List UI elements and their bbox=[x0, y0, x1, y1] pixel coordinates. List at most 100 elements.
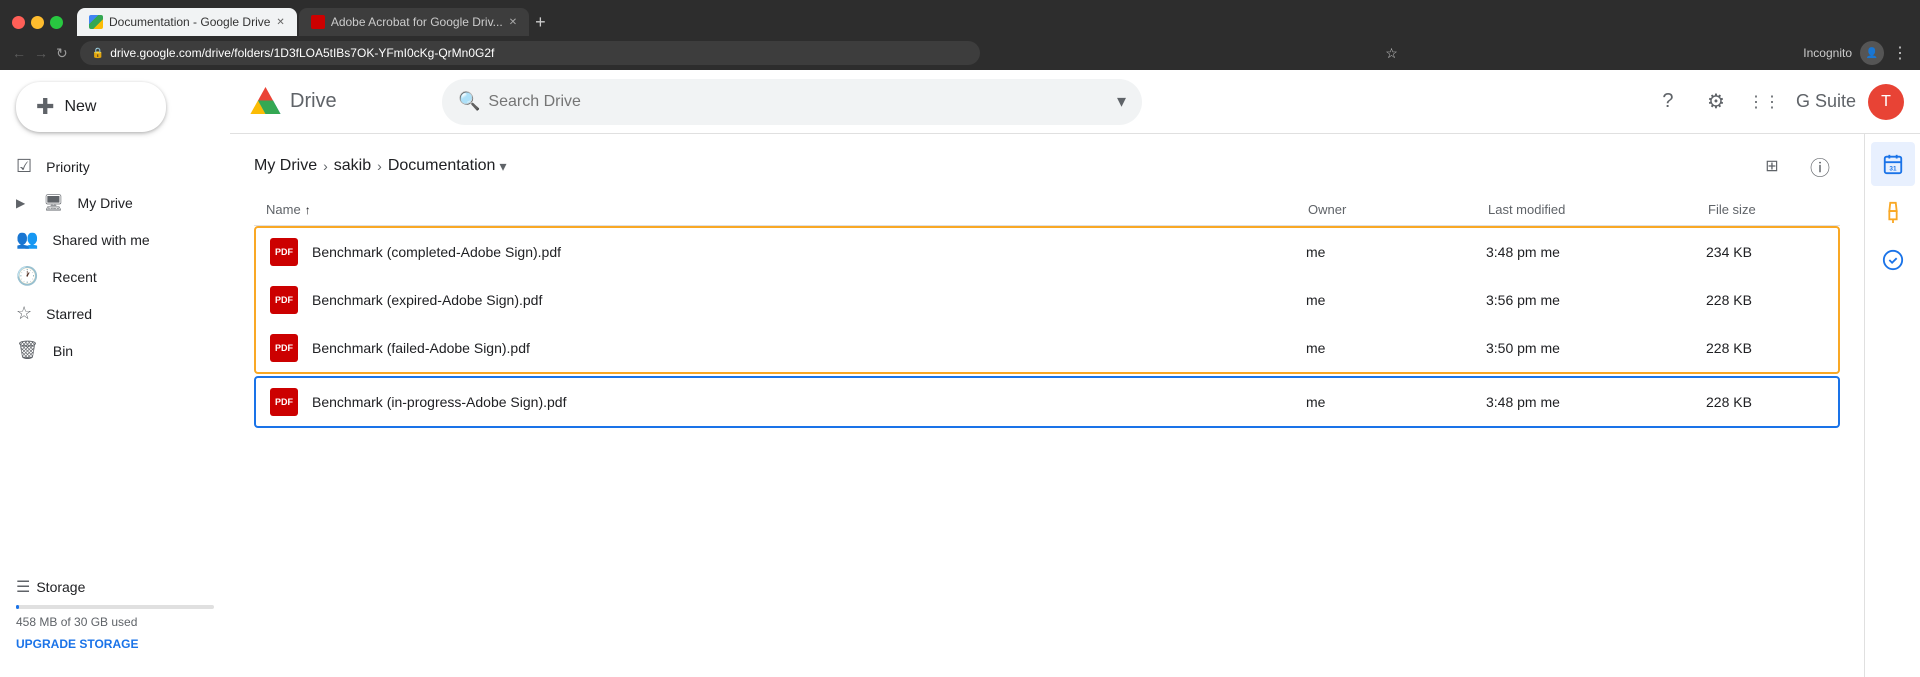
settings-button[interactable]: ⚙ bbox=[1696, 82, 1736, 122]
new-plus-icon: ✚ bbox=[36, 94, 54, 120]
gsuite-label: G Suite bbox=[1796, 91, 1856, 112]
sidebar-item-recent[interactable]: 🕐 Recent bbox=[0, 258, 214, 295]
tab-drive-close[interactable]: ✕ bbox=[276, 17, 284, 28]
view-actions: ⊞ ⓘ bbox=[1752, 146, 1840, 186]
priority-icon: ☑ bbox=[16, 156, 32, 177]
keep-panel-button[interactable] bbox=[1871, 190, 1915, 234]
file-row-4[interactable]: PDF Benchmark (in-progress-Adobe Sign).p… bbox=[254, 376, 1840, 428]
column-modified: Last modified bbox=[1488, 202, 1708, 217]
breadcrumb-documentation-label: Documentation bbox=[388, 157, 496, 175]
help-button[interactable]: ? bbox=[1648, 82, 1688, 122]
sidebar-starred-label: Starred bbox=[46, 306, 92, 322]
main-area: Drive 🔍 ▾ ? ⚙ ⋮⋮ G Suite T My Drive bbox=[230, 70, 1920, 677]
new-button[interactable]: ✚ New bbox=[16, 82, 166, 132]
drive-logo-icon bbox=[246, 84, 282, 120]
storage-icon: ☰ bbox=[16, 577, 30, 597]
address-bar: ← → ↻ 🔒 drive.google.com/drive/folders/1… bbox=[0, 36, 1920, 70]
nav-buttons: ← → ↻ bbox=[12, 45, 68, 62]
search-dropdown-icon[interactable]: ▾ bbox=[1117, 91, 1126, 112]
pdf-icon-3: PDF bbox=[270, 334, 298, 362]
tab-bar: Documentation - Google Drive ✕ Adobe Acr… bbox=[0, 0, 1920, 36]
breadcrumb: My Drive › sakib › Documentation ▾ bbox=[254, 157, 506, 175]
calendar-panel-button[interactable]: 31 bbox=[1871, 142, 1915, 186]
search-input[interactable] bbox=[488, 93, 1109, 111]
search-icon: 🔍 bbox=[458, 91, 480, 112]
sidebar-bin-label: Bin bbox=[53, 343, 73, 359]
my-drive-icon: 🖥 bbox=[43, 193, 63, 213]
sidebar-item-bin[interactable]: 🗑 Bin bbox=[0, 332, 214, 369]
reload-button[interactable]: ↻ bbox=[56, 45, 68, 62]
incognito-area: Incognito 👤 ⋮ bbox=[1803, 41, 1908, 65]
top-bar: Drive 🔍 ▾ ? ⚙ ⋮⋮ G Suite T bbox=[230, 70, 1920, 134]
upgrade-storage-link[interactable]: UPGRADE STORAGE bbox=[16, 637, 138, 651]
tab-acrobat[interactable]: Adobe Acrobat for Google Driv... ✕ bbox=[299, 8, 529, 36]
sidebar-item-priority[interactable]: ☑ Priority bbox=[0, 148, 214, 185]
right-panel: 31 bbox=[1864, 134, 1920, 677]
breadcrumb-area: My Drive › sakib › Documentation ▾ ⊞ ⓘ bbox=[230, 134, 1864, 194]
traffic-lights bbox=[12, 16, 63, 29]
file-row-1[interactable]: PDF Benchmark (completed-Adobe Sign).pdf… bbox=[256, 228, 1838, 276]
back-button[interactable]: ← bbox=[12, 45, 26, 61]
pdf-icon-1: PDF bbox=[270, 238, 298, 266]
new-tab-button[interactable]: + bbox=[535, 12, 546, 33]
shared-icon: 👥 bbox=[16, 229, 38, 250]
content-with-right-panel: My Drive › sakib › Documentation ▾ ⊞ ⓘ bbox=[230, 134, 1920, 677]
lock-icon: 🔒 bbox=[92, 48, 104, 59]
file-icon-3: PDF bbox=[268, 332, 300, 364]
recent-icon: 🕐 bbox=[16, 266, 38, 287]
file-size-1: 234 KB bbox=[1706, 244, 1826, 260]
file-row-2[interactable]: PDF Benchmark (expired-Adobe Sign).pdf m… bbox=[256, 276, 1838, 324]
search-bar[interactable]: 🔍 ▾ bbox=[442, 79, 1142, 125]
apps-button[interactable]: ⋮⋮ bbox=[1744, 82, 1784, 122]
breadcrumb-sep-1: › bbox=[323, 158, 328, 174]
url-text: drive.google.com/drive/folders/1D3fLOA5t… bbox=[110, 46, 494, 60]
info-button[interactable]: ⓘ bbox=[1800, 146, 1840, 186]
breadcrumb-sakib[interactable]: sakib bbox=[334, 157, 371, 175]
file-row-3[interactable]: PDF Benchmark (failed-Adobe Sign).pdf me… bbox=[256, 324, 1838, 372]
sidebar-item-shared[interactable]: 👥 Shared with me bbox=[0, 221, 214, 258]
file-name-3: Benchmark (failed-Adobe Sign).pdf bbox=[312, 340, 1306, 356]
maximize-window-button[interactable] bbox=[50, 16, 63, 29]
pdf-icon-4: PDF bbox=[270, 388, 298, 416]
tasks-panel-button[interactable] bbox=[1871, 238, 1915, 282]
pdf-icon-2: PDF bbox=[270, 286, 298, 314]
close-window-button[interactable] bbox=[12, 16, 25, 29]
main-content: My Drive › sakib › Documentation ▾ ⊞ ⓘ bbox=[230, 134, 1864, 677]
browser-chrome: Documentation - Google Drive ✕ Adobe Acr… bbox=[0, 0, 1920, 70]
app: ✚ New ☑ Priority ▶ 🖥 My Drive 👥 Shared w… bbox=[0, 70, 1920, 677]
file-size-2: 228 KB bbox=[1706, 292, 1826, 308]
url-bar[interactable]: 🔒 drive.google.com/drive/folders/1D3fLOA… bbox=[80, 41, 980, 65]
breadcrumb-mydrive[interactable]: My Drive bbox=[254, 157, 317, 175]
sidebar-item-mydrive[interactable]: ▶ 🖥 My Drive bbox=[0, 185, 214, 221]
file-icon-1: PDF bbox=[268, 236, 300, 268]
storage-section: ☰ Storage 458 MB of 30 GB used UPGRADE S… bbox=[0, 565, 230, 665]
user-avatar[interactable]: T bbox=[1868, 84, 1904, 120]
column-filesize: File size bbox=[1708, 202, 1828, 217]
drive-tab-favicon bbox=[89, 15, 103, 29]
column-name[interactable]: Name ↑ bbox=[266, 202, 1308, 217]
sidebar: ✚ New ☑ Priority ▶ 🖥 My Drive 👥 Shared w… bbox=[0, 70, 230, 677]
file-list-header: Name ↑ Owner Last modified File size bbox=[254, 194, 1840, 226]
drive-logo-text: Drive bbox=[290, 90, 337, 113]
file-owner-1: me bbox=[1306, 244, 1486, 260]
tab-acrobat-close[interactable]: ✕ bbox=[509, 17, 517, 28]
sidebar-recent-label: Recent bbox=[52, 269, 96, 285]
storage-label: Storage bbox=[36, 579, 85, 595]
file-name-1: Benchmark (completed-Adobe Sign).pdf bbox=[312, 244, 1306, 260]
file-modified-3: 3:50 pm me bbox=[1486, 340, 1706, 356]
forward-button[interactable]: → bbox=[34, 45, 48, 61]
file-name-2: Benchmark (expired-Adobe Sign).pdf bbox=[312, 292, 1306, 308]
tab-drive[interactable]: Documentation - Google Drive ✕ bbox=[77, 8, 297, 36]
file-owner-3: me bbox=[1306, 340, 1486, 356]
minimize-window-button[interactable] bbox=[31, 16, 44, 29]
file-size-4: 228 KB bbox=[1706, 394, 1826, 410]
breadcrumb-dropdown-icon[interactable]: ▾ bbox=[499, 158, 506, 175]
storage-bar-background bbox=[16, 605, 214, 609]
sidebar-shared-label: Shared with me bbox=[52, 232, 149, 248]
extensions-icon: ⋮ bbox=[1892, 43, 1908, 63]
storage-used-text: 458 MB of 30 GB used bbox=[16, 615, 214, 629]
sidebar-item-starred[interactable]: ☆ Starred bbox=[0, 295, 214, 332]
grid-view-button[interactable]: ⊞ bbox=[1752, 146, 1792, 186]
bookmark-icon[interactable]: ☆ bbox=[1385, 45, 1398, 62]
file-modified-1: 3:48 pm me bbox=[1486, 244, 1706, 260]
